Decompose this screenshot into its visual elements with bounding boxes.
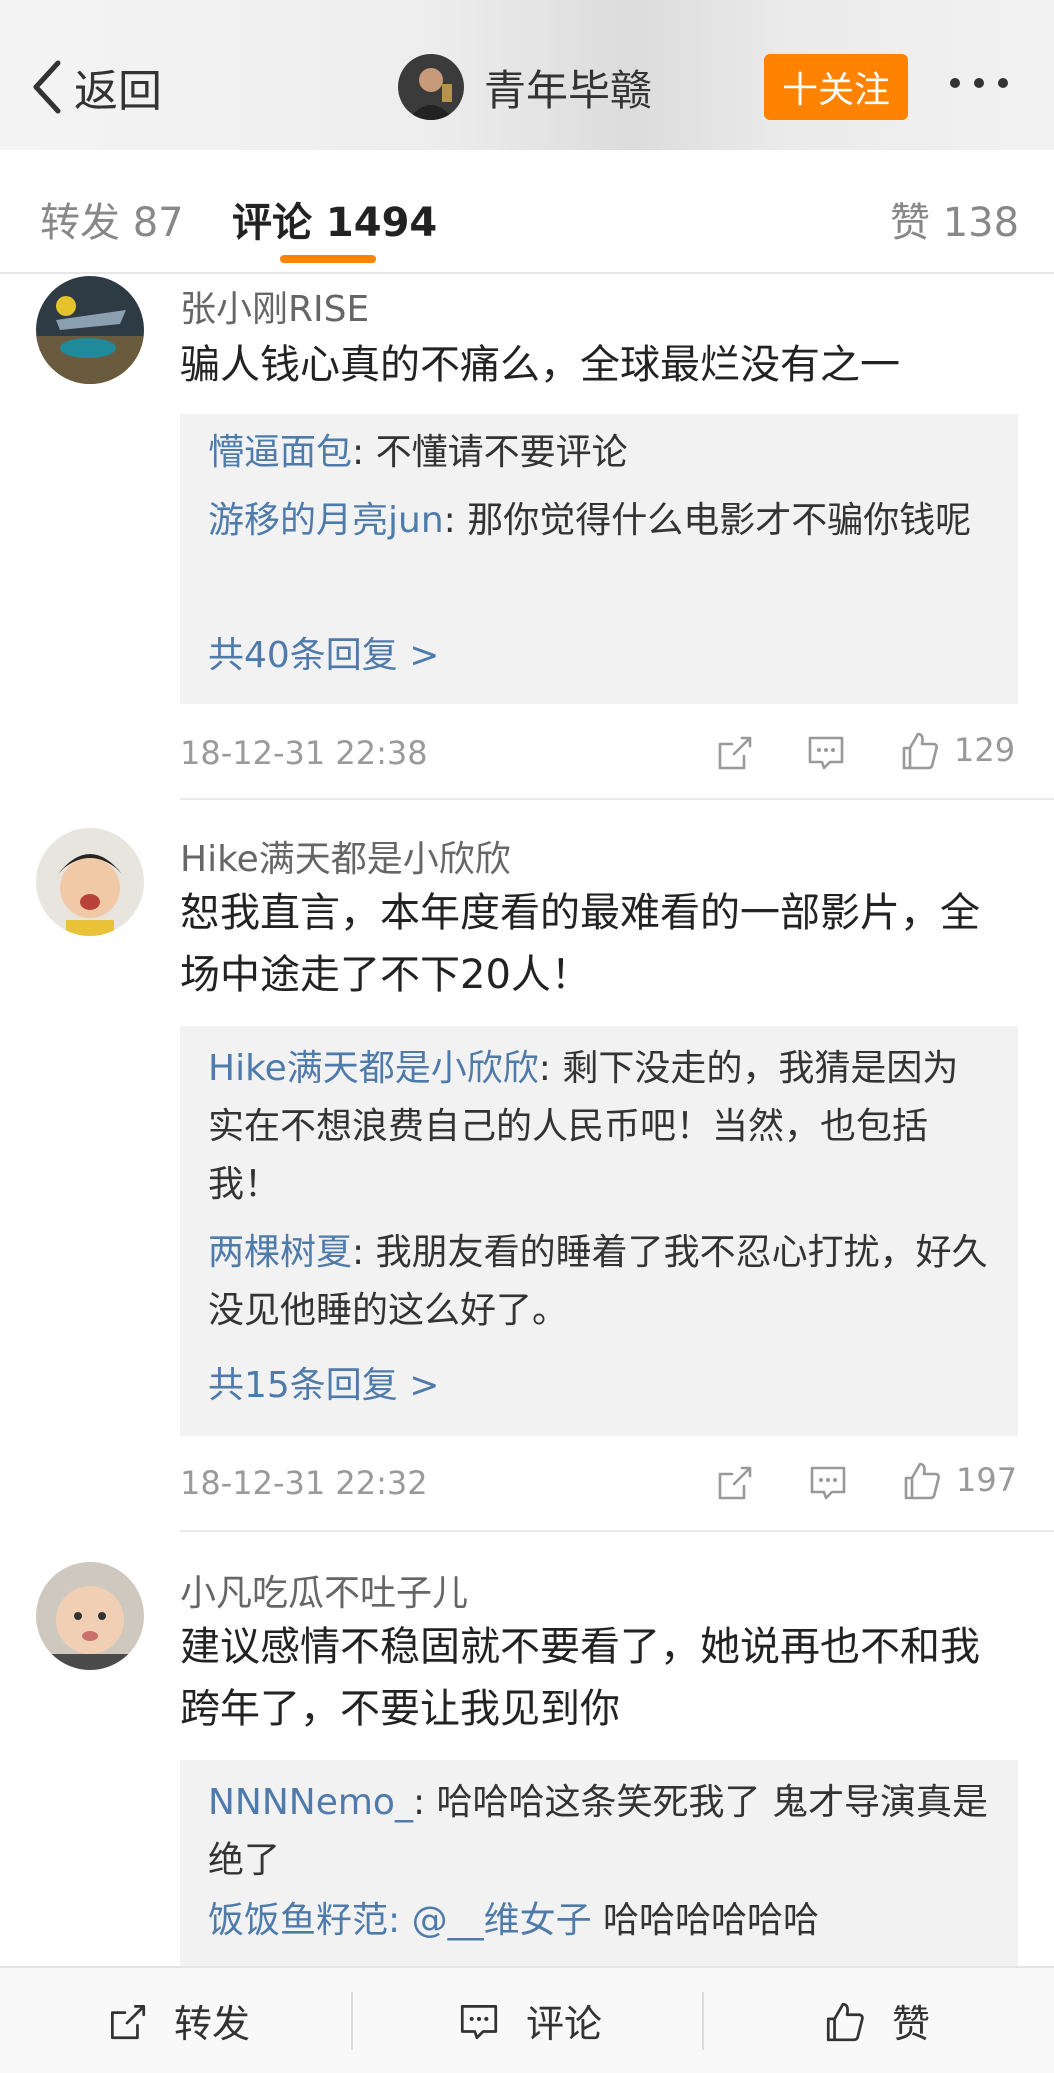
share-icon <box>718 736 752 770</box>
thumbs-up-icon <box>902 732 938 770</box>
reply-box[interactable]: 懵逼面包: 不懂请不要评论 游移的月亮jun: 那你觉得什么电影才不骗你钱呢 共… <box>180 414 1018 704</box>
reply-mention[interactable]: : @__维女子 <box>388 1900 592 1941</box>
comment-button[interactable]: 评论 <box>456 1968 602 2073</box>
profile-link[interactable]: 青年毕赣 <box>398 54 652 120</box>
user-name: 青年毕赣 <box>484 65 653 115</box>
comment-label: 评论 <box>526 2002 603 2046</box>
like-button[interactable]: 赞 <box>822 1968 930 2073</box>
reply-button[interactable] <box>804 730 848 774</box>
follow-button[interactable]: 十关注 <box>764 54 908 120</box>
reply-item[interactable]: Hike满天都是小欣欣: 剩下没走的，我猜是因为实在不想浪费自己的人民币吧！当然… <box>208 1040 988 1214</box>
chevron-left-icon <box>33 60 61 114</box>
commenter-name[interactable]: 张小刚RISE <box>180 280 369 332</box>
active-tab-indicator <box>280 255 376 263</box>
thumbs-up-icon <box>826 2002 864 2041</box>
repost-label: 转发 <box>174 2002 251 2046</box>
reply-user[interactable]: 懵逼面包 <box>208 432 352 473</box>
divider <box>180 798 1054 800</box>
reply-item[interactable]: NNNNemo_: 哈哈哈这条笑死我了 鬼才导演真是绝了 <box>208 1774 988 1890</box>
comment-icon <box>808 736 844 770</box>
comment-text: 建议感情不稳固就不要看了，她说再也不和我跨年了，不要让我见到你 <box>180 1624 980 1732</box>
like-button[interactable]: 197 <box>900 1458 1017 1502</box>
comment-icon <box>810 1466 846 1500</box>
bottom-action-bar: 转发 评论 赞 <box>0 1966 1054 2073</box>
comment-timestamp: 18-12-31 22:38 <box>180 734 428 772</box>
avatar[interactable] <box>398 54 464 120</box>
comment-icon <box>460 2004 498 2039</box>
divider <box>180 1530 1054 1532</box>
share-icon <box>111 2004 146 2039</box>
reply-user[interactable]: Hike满天都是小欣欣 <box>208 1048 539 1089</box>
tab-repost[interactable]: 转发 87 <box>40 190 184 248</box>
tab-comment[interactable]: 评论 1494 <box>232 190 437 248</box>
reply-text: : 那你觉得什么电影才不骗你钱呢 <box>443 500 972 541</box>
back-button[interactable]: 返回 <box>30 55 162 119</box>
like-count: 197 <box>956 1461 1018 1499</box>
like-button[interactable]: 129 <box>898 728 1015 772</box>
comment-timestamp: 18-12-31 22:32 <box>180 1464 428 1502</box>
reply-user[interactable]: NNNNemo_ <box>208 1782 413 1823</box>
reply-item[interactable]: 懵逼面包: 不懂请不要评论 <box>208 424 988 482</box>
tab-like[interactable]: 赞 138 <box>890 190 1019 248</box>
reply-item[interactable]: 游移的月亮jun: 那你觉得什么电影才不骗你钱呢 <box>208 492 988 550</box>
comment-text: 恕我直言，本年度看的最难看的一部影片，全场中途走了不下20人！ <box>180 890 980 998</box>
like-count: 129 <box>954 731 1016 769</box>
reply-item[interactable]: 两棵树夏: 我朋友看的睡着了我不忍心打扰，好久没见他睡的这么好了。 <box>208 1224 988 1340</box>
more-dots-icon[interactable] <box>950 78 1008 88</box>
reply-button[interactable] <box>806 1460 850 1504</box>
commenter-name[interactable]: Hike满天都是小欣欣 <box>180 830 511 882</box>
avatar[interactable] <box>36 1562 144 1670</box>
back-label: 返回 <box>74 66 162 117</box>
avatar[interactable] <box>36 828 144 936</box>
divider <box>702 1992 704 2050</box>
reply-user[interactable]: 饭饭鱼籽范 <box>208 1900 388 1941</box>
comment-text: 骗人钱心真的不痛么，全球最烂没有之一 <box>180 342 900 388</box>
reply-user[interactable]: 游移的月亮jun <box>208 500 444 541</box>
more-replies-link[interactable]: 共40条回复 > <box>208 626 439 678</box>
repost-button[interactable]: 转发 <box>104 1968 250 2073</box>
reply-item[interactable]: 饭饭鱼籽范: @__维女子 哈哈哈哈哈哈 <box>208 1892 988 1950</box>
avatar[interactable] <box>36 276 144 384</box>
divider <box>351 1992 353 2050</box>
reply-user[interactable]: 两棵树夏 <box>208 1232 352 1273</box>
share-button[interactable] <box>712 730 756 774</box>
reply-text: 哈哈哈哈哈哈 <box>591 1900 820 1941</box>
share-button[interactable] <box>712 1460 756 1504</box>
more-replies-link[interactable]: 共15条回复 > <box>208 1356 439 1408</box>
share-icon <box>718 1466 752 1500</box>
commenter-name[interactable]: 小凡吃瓜不吐子儿 <box>180 1564 468 1616</box>
reply-box[interactable]: NNNNemo_: 哈哈哈这条笑死我了 鬼才导演真是绝了 饭饭鱼籽范: @__维… <box>180 1760 1018 1966</box>
reply-text: : 不懂请不要评论 <box>352 432 628 473</box>
reply-box[interactable]: Hike满天都是小欣欣: 剩下没走的，我猜是因为实在不想浪费自己的人民币吧！当然… <box>180 1026 1018 1436</box>
like-label: 赞 <box>892 2002 931 2046</box>
tab-bar: 转发 87 评论 1494 赞 138 <box>0 150 1054 274</box>
thumbs-up-icon <box>904 1462 940 1500</box>
navigation-header: 返回 青年毕赣 十关注 <box>0 0 1054 150</box>
